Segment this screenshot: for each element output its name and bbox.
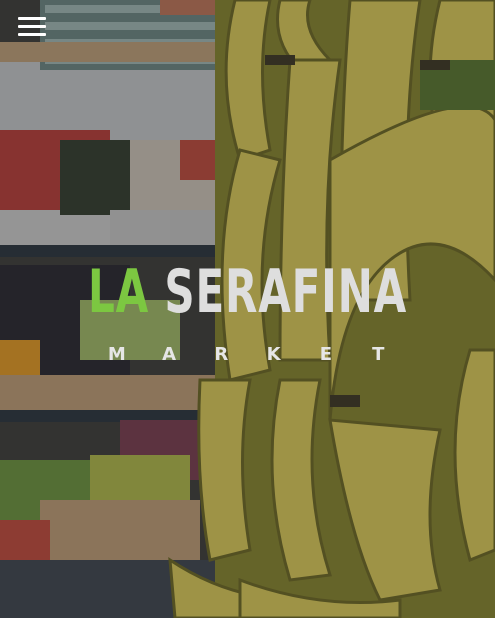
- menu-button[interactable]: [18, 12, 46, 40]
- brand-title-name: SERAFINA: [164, 257, 407, 327]
- brand-subtitle-letter: K: [266, 344, 281, 365]
- brand-title: LA SERAFINA: [88, 262, 407, 322]
- hamburger-menu-icon: [18, 16, 46, 20]
- brand-subtitle-letter: R: [214, 344, 229, 365]
- brand-title-accent: LA: [87, 257, 149, 327]
- hamburger-menu-icon-line: [18, 32, 46, 36]
- brand-logo: LA SERAFINA M A R K E T: [0, 262, 495, 365]
- hamburger-menu-icon-line: [18, 24, 46, 28]
- brand-subtitle-letter: M: [107, 344, 126, 365]
- brand-subtitle-letter: A: [162, 344, 177, 365]
- brand-subtitle-letter: T: [372, 344, 385, 365]
- brand-subtitle: M A R K E T: [0, 344, 495, 365]
- brand-subtitle-letter: E: [319, 344, 333, 365]
